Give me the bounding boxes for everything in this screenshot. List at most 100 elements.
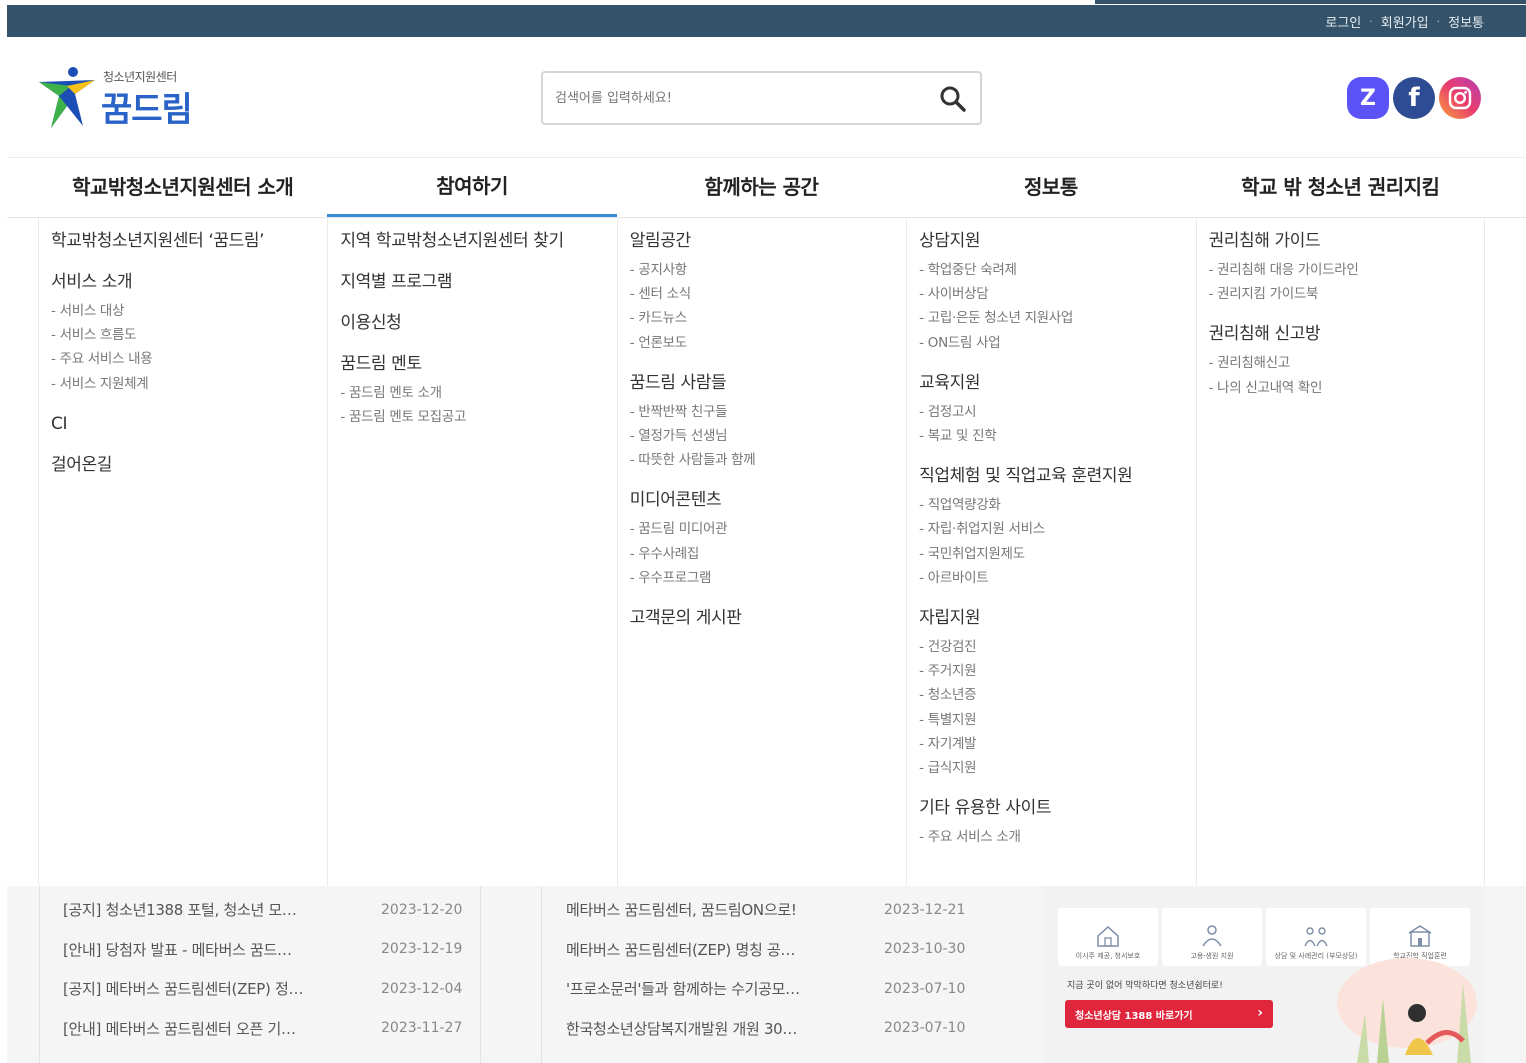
submenu-item[interactable]: 아르바이트 [919,566,1183,590]
board-row[interactable]: 메타버스 꿈드림센터(ZEP) 명칭 공… 2023-10-30 [566,930,1006,970]
banner-tile-shelter[interactable]: 이시주 제공, 청서보호 [1058,908,1158,966]
submenu-item[interactable]: 반짝반짝 친구들 [630,400,894,424]
menu-group-title[interactable]: 고객문의 게시판 [630,605,894,631]
menu-group-title[interactable]: 직업체험 및 직업교육 훈련지원 [919,463,1183,489]
menu-group-title[interactable]: 권리침해 가이드 [1209,228,1472,254]
submenu-item[interactable]: 청소년증 [919,683,1183,707]
menu-group-title[interactable]: 걸어온길 [51,452,315,478]
board-row[interactable]: 메타버스 꿈드림센터, 꿈드림ON으로! 2023-12-21 [566,890,1006,930]
mega-column-info: 상담지원학업중단 숙려제사이버상담고립·은둔 청소년 지원사업ON드림 사업교육… [906,218,1195,886]
submenu-item[interactable]: 권리침해신고 [1209,351,1472,375]
submenu-item[interactable]: 주요 서비스 소개 [919,825,1183,849]
submenu-item[interactable]: 서비스 흐름도 [51,323,315,347]
top-bar-accent-line [1095,0,1526,4]
submenu-item[interactable]: 국민취업지원제도 [919,542,1183,566]
nav-menu-about[interactable]: 학교밖청소년지원센터 소개 [38,158,327,217]
nav-menu-rights[interactable]: 학교 밖 청소년 권리지킴 [1196,158,1485,217]
board-row-date: 2023-11-27 [381,1020,463,1037]
hotline-1388-button[interactable]: 청소년상담 1388 바로가기 › [1065,1000,1273,1028]
menu-group-title[interactable]: 알림공간 [630,228,894,254]
menu-group-title[interactable]: 이용신청 [340,310,604,336]
menu-group: 직업체험 및 직업교육 훈련지원직업역량강화자립·취업지원 서비스국민취업지원제… [919,463,1183,590]
submenu-item[interactable]: 복교 및 진학 [919,424,1183,448]
submenu-item[interactable]: 권리침해 대응 가이드라인 [1209,258,1472,282]
submenu-item[interactable]: 꿈드림 멘토 모집공고 [340,405,604,429]
menu-group-title[interactable]: 자립지원 [919,605,1183,631]
submenu-item[interactable]: 주요 서비스 내용 [51,347,315,371]
menu-group-title[interactable]: 미디어콘텐츠 [630,487,894,513]
board-row-title[interactable]: 메타버스 꿈드림센터(ZEP) 명칭 공… [566,939,884,960]
submenu-item[interactable]: 서비스 지원체계 [51,372,315,396]
login-link[interactable]: 로그인 [1325,12,1361,31]
top-links: 로그인 · 회원가입 · 정보통 [1325,5,1484,37]
submenu-item[interactable]: 서비스 대상 [51,299,315,323]
submenu-item[interactable]: 고립·은둔 청소년 지원사업 [919,306,1183,330]
submenu-item[interactable]: 권리지킴 가이드북 [1209,282,1472,306]
menu-group-title[interactable]: CI [51,411,315,437]
board-row[interactable]: [안내] 메타버스 꿈드림센터 오픈 기… 2023-11-27 [63,1009,483,1049]
search-input[interactable] [555,85,925,111]
board-row[interactable]: [안내] 당첨자 발표 - 메타버스 꿈드… 2023-12-19 [63,930,483,970]
board-row-title[interactable]: [공지] 청소년1388 포털, 청소년 모… [63,899,381,920]
menu-group-title[interactable]: 지역 학교밖청소년지원센터 찾기 [340,228,604,254]
menu-group-title[interactable]: 기타 유용한 사이트 [919,795,1183,821]
board-row-title[interactable]: [안내] 메타버스 꿈드림센터 오픈 기… [63,1018,381,1039]
menu-group-title[interactable]: 지역별 프로그램 [340,269,604,295]
menu-group-title[interactable]: 꿈드림 멘토 [340,351,604,377]
zep-link[interactable]: Z [1347,77,1389,119]
board-row[interactable]: '프로소문러'들과 함께하는 수기공모… 2023-07-10 [566,969,1006,1009]
menu-group-title[interactable]: 학교밖청소년지원센터 ‘꿈드림’ [51,228,315,254]
board-row[interactable]: [공지] 메타버스 꿈드림센터(ZEP) 정… 2023-12-04 [63,969,483,1009]
submenu-item[interactable]: 주거지원 [919,659,1183,683]
submenu-item[interactable]: ON드림 사업 [919,331,1183,355]
nav-menu-info[interactable]: 정보통 [906,158,1195,217]
submenu-item[interactable]: 따뜻한 사람들과 함께 [630,448,894,472]
nav-menu-participate[interactable]: 참여하기 [327,158,617,217]
board-divider [541,886,542,1063]
menu-group-title[interactable]: 교육지원 [919,370,1183,396]
board-row-title[interactable]: '프로소문러'들과 함께하는 수기공모… [566,978,884,999]
menu-group-title[interactable]: 상담지원 [919,228,1183,254]
menu-group: 교육지원검정고시복교 및 진학 [919,370,1183,448]
board-row[interactable]: 한국청소년상담복지개발원 개원 30… 2023-07-10 [566,1009,1006,1049]
menu-group: 걸어온길 [51,452,315,478]
menu-group: 서비스 소개서비스 대상서비스 흐름도주요 서비스 내용서비스 지원체계 [51,269,315,396]
menu-group-title[interactable]: 권리침해 신고방 [1209,321,1472,347]
search-button[interactable] [938,84,968,114]
board-row[interactable]: [공지] 청소년1388 포털, 청소년 모… 2023-12-20 [63,890,483,930]
nav-menu-space[interactable]: 함께하는 공간 [617,158,906,217]
submenu-item[interactable]: 사이버상담 [919,282,1183,306]
submenu-item[interactable]: 열정가득 선생님 [630,424,894,448]
submenu-item[interactable]: 직업역량강화 [919,493,1183,517]
submenu-item[interactable]: 특별지원 [919,708,1183,732]
submenu-item[interactable]: 건강검진 [919,635,1183,659]
board-row-title[interactable]: 한국청소년상담복지개발원 개원 30… [566,1018,884,1039]
submenu-item[interactable]: 센터 소식 [630,282,894,306]
submenu-item[interactable]: 급식지원 [919,756,1183,780]
submenu-item[interactable]: 우수사례집 [630,542,894,566]
facebook-link[interactable]: f [1393,77,1435,119]
board-divider [39,886,40,1063]
board-row-title[interactable]: 메타버스 꿈드림센터, 꿈드림ON으로! [566,899,884,920]
instagram-link[interactable] [1439,77,1481,119]
submenu-item[interactable]: 자립·취업지원 서비스 [919,517,1183,541]
submenu-item[interactable]: 언론보도 [630,331,894,355]
submenu-item[interactable]: 자기계발 [919,732,1183,756]
menu-group-title[interactable]: 꿈드림 사람들 [630,370,894,396]
submenu-item[interactable]: 검정고시 [919,400,1183,424]
submenu-item[interactable]: 우수프로그램 [630,566,894,590]
menu-group-title[interactable]: 서비스 소개 [51,269,315,295]
board-row-title[interactable]: [안내] 당첨자 발표 - 메타버스 꿈드… [63,939,381,960]
submenu-item[interactable]: 학업중단 숙려제 [919,258,1183,282]
board-row-title[interactable]: [공지] 메타버스 꿈드림센터(ZEP) 정… [63,978,381,999]
banner-tile-support[interactable]: 고용·생원 지원 [1162,908,1262,966]
site-logo[interactable]: 청소년지원센터 꿈드림 [37,64,207,130]
submenu-item[interactable]: 공지사항 [630,258,894,282]
submenu-item[interactable]: 카드뉴스 [630,306,894,330]
signup-link[interactable]: 회원가입 [1381,12,1429,31]
submenu-item[interactable]: 꿈드림 미디어관 [630,517,894,541]
info-link[interactable]: 정보통 [1448,12,1484,31]
submenu-item[interactable]: 나의 신고내역 확인 [1209,376,1472,400]
social-links: Z f [1347,77,1481,119]
submenu-item[interactable]: 꿈드림 멘토 소개 [340,381,604,405]
